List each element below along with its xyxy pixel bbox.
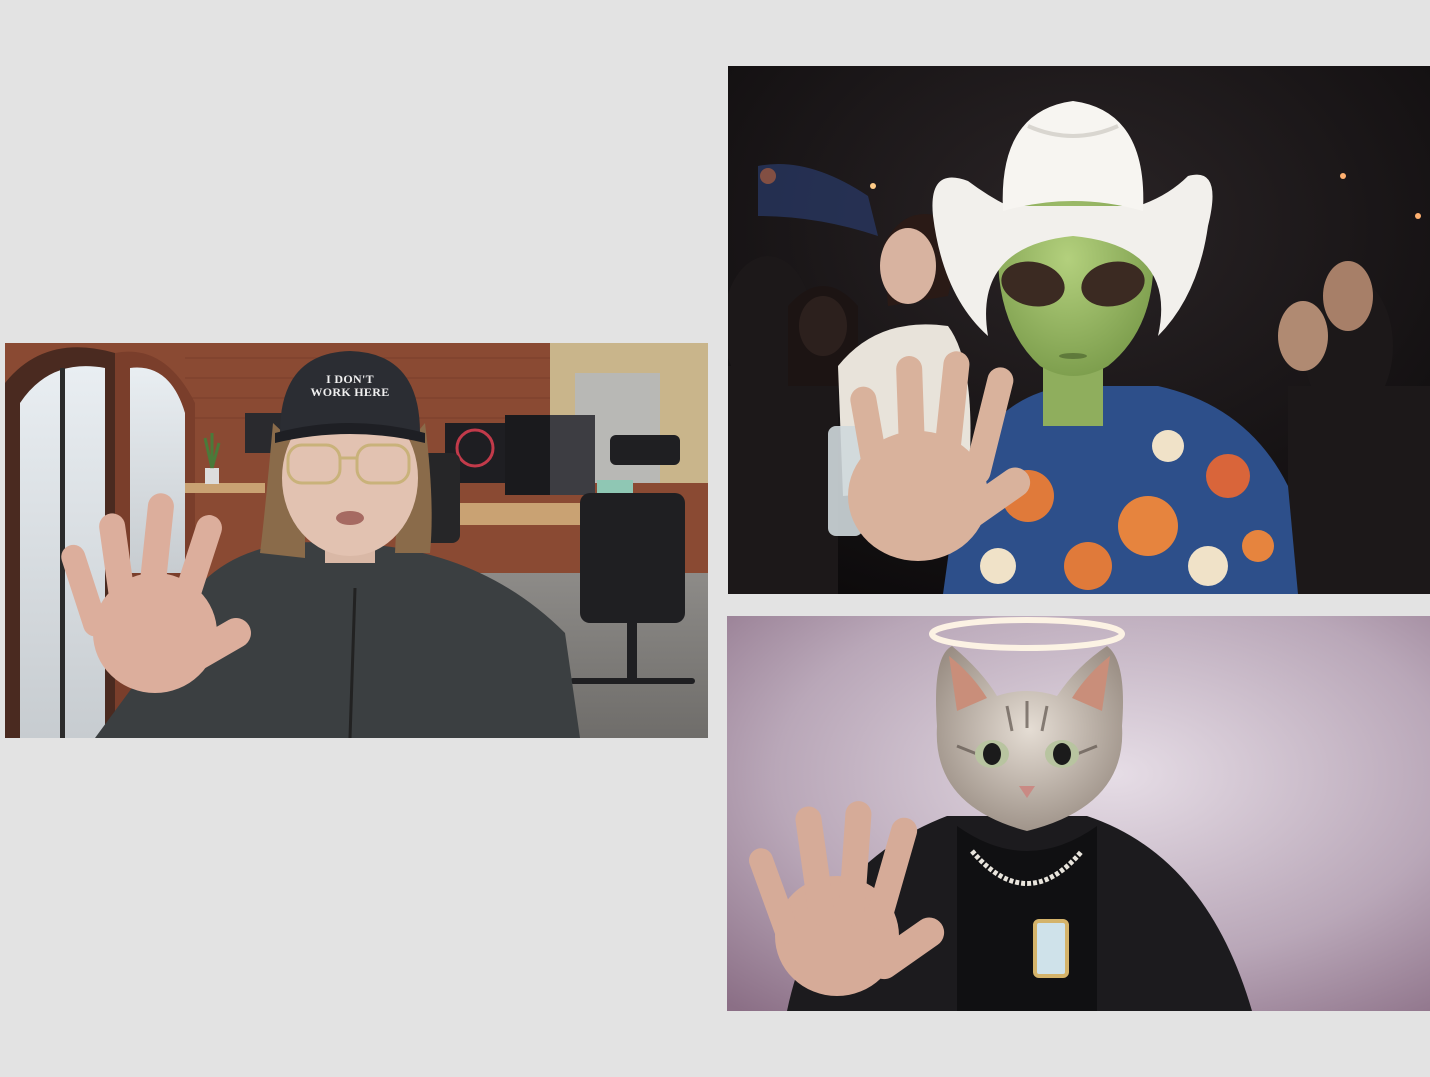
cap-text-line1: I DON'T	[326, 372, 374, 386]
pendant	[1033, 919, 1069, 978]
alien-party-scene	[728, 66, 1430, 594]
cat-halo-scene	[727, 616, 1430, 1011]
cat-turtleneck	[957, 826, 1097, 1011]
monitor	[505, 415, 550, 495]
video-frame-office: I DON'T WORK HERE	[5, 343, 708, 738]
image-frame-cat	[727, 616, 1430, 1011]
woman-face	[880, 228, 936, 304]
monitor	[550, 415, 595, 495]
image-frame-alien	[728, 66, 1430, 594]
office-scene: I DON'T WORK HERE	[5, 343, 708, 738]
cap-text-line2: WORK HERE	[310, 385, 389, 399]
